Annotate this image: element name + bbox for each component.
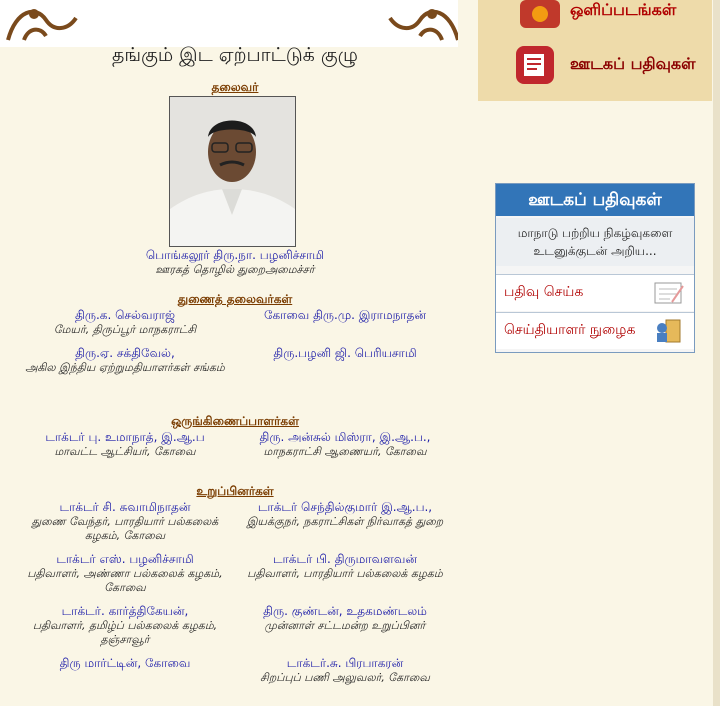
vice-chairman-name: திரு.பழனி ஜி. பெரியசாமி (273, 346, 417, 360)
right-edge-bar (713, 0, 720, 706)
photos-label: ஒளிப்படங்கள் (570, 0, 677, 19)
coordinator-role: மாநகராட்சி ஆணையர், கோவை (263, 445, 427, 458)
register-label: பதிவு செய்க (504, 284, 584, 300)
page-title: தங்கும் இட ஏற்பாட்டுக் குழு (112, 44, 358, 66)
media-reports-label: ஊடகப் பதிவுகள் (570, 54, 696, 73)
chairman-role: ஊரகத் தொழில் துறைஅமைச்சர் (155, 263, 315, 276)
section-heading-members: உறுப்பினர்கள் (196, 484, 274, 498)
media-reports-link[interactable]: ஊடகப் பதிவுகள் (510, 46, 710, 86)
coordinator-name: டாக்டர் பு. உமாநாத், இ.ஆ.ப (45, 430, 205, 444)
ornament-right-icon (388, 9, 458, 41)
section-heading-chairman: தலைவர் (211, 80, 259, 94)
chairman-photo (169, 96, 296, 247)
section-heading-coordinators: ஒருங்கிணைப்பாளர்கள் (171, 414, 299, 428)
photos-link[interactable]: ஒளிப்படங்கள் (510, 0, 710, 32)
vice-chairman-role: அகில இந்திய ஏற்றுமதியாளர்கள் சங்கம் (25, 361, 225, 374)
section-heading-vice-chairmen: துணைத் தலைவர்கள் (177, 292, 293, 306)
media-box-desc-line: உடனுக்குடன் அறிய... (533, 244, 657, 258)
member-name: டாக்டர் சி. சுவாமிநாதன் (59, 500, 191, 514)
media-box-desc: மாநாடு பற்றிய நிகழ்வுகளை உடனுக்குடன் அறி… (496, 218, 694, 266)
media-box-desc-line: மாநாடு பற்றிய நிகழ்வுகளை (517, 226, 673, 240)
media-box: ஊடகப் பதிவுகள் மாநாடு பற்றிய நிகழ்வுகளை … (495, 183, 695, 353)
member-role: இயக்குநர், நகராட்சிகள் நிர்வாகத் துறை (246, 515, 444, 528)
newspaper-icon (516, 46, 554, 84)
member-name: டாக்டர் செந்தில்குமார் இ.ஆ.ப., (257, 500, 433, 514)
member-name: டாக்டர் பி. திருமாவளவன் (272, 552, 418, 566)
member-role: பதிவாளர், பாரதியார் பல்கலைக் கழகம் (247, 567, 443, 580)
vice-chairman-name: கோவை திரு.மு. இராமநாதன் (263, 308, 427, 322)
top-banner (0, 0, 458, 47)
member-name: திரு மார்ட்டின், கோவை (59, 656, 191, 670)
member-name: டாக்டர். கார்த்திகேயன், (61, 604, 189, 618)
member-role: துணை வேந்தர், பாரதியார் பல்கலைக் கழகம், … (31, 515, 219, 542)
member-name: டாக்டர் எஸ். பழனிச்சாமி (56, 552, 194, 566)
coordinator-name: திரு. அன்சுல் மிஸ்ரா, இ.ஆ.ப., (259, 430, 431, 444)
member-role: முன்னாள் சட்டமன்ற உறுப்பினர் (264, 619, 426, 632)
member-name: திரு. குண்டன், உதகமண்டலம் (263, 604, 427, 618)
vice-chairman-name: திரு.ஏ. சக்திவேல், (75, 346, 175, 360)
reporter-login-link[interactable]: செய்தியாளர் நுழைக (496, 312, 694, 349)
vice-chairman-name: திரு.க. செல்வராஜ் (75, 308, 175, 322)
ornament-left-icon (6, 9, 78, 41)
member-role: சிறப்புப் பணி அலுவலர், கோவை (260, 671, 430, 684)
vice-chairman-role: மேயர், திருப்பூர் மாநகராட்சி (53, 323, 197, 336)
reporter-login-label: செய்தியாளர் நுழைக (504, 322, 636, 338)
member-name: டாக்டர்.சு. பிரபாகரன் (286, 656, 404, 670)
register-link[interactable]: பதிவு செய்க (496, 274, 694, 311)
member-role: பதிவாளர், தமிழ்ப் பல்கலைக் கழகம், தஞ்சாவ… (32, 619, 218, 646)
chairman-name: பொங்கலூர் திரு.நா. பழனிச்சாமி (145, 248, 325, 262)
reporter-login-icon (657, 319, 681, 343)
coordinator-role: மாவட்ட ஆட்சியர், கோவை (54, 445, 196, 458)
camera-icon (520, 0, 560, 28)
register-form-icon (654, 282, 684, 304)
member-role: பதிவாளர், அண்ணா பல்கலைக் கழகம், கோவை (27, 567, 223, 594)
media-box-header: ஊடகப் பதிவுகள் (496, 184, 694, 216)
